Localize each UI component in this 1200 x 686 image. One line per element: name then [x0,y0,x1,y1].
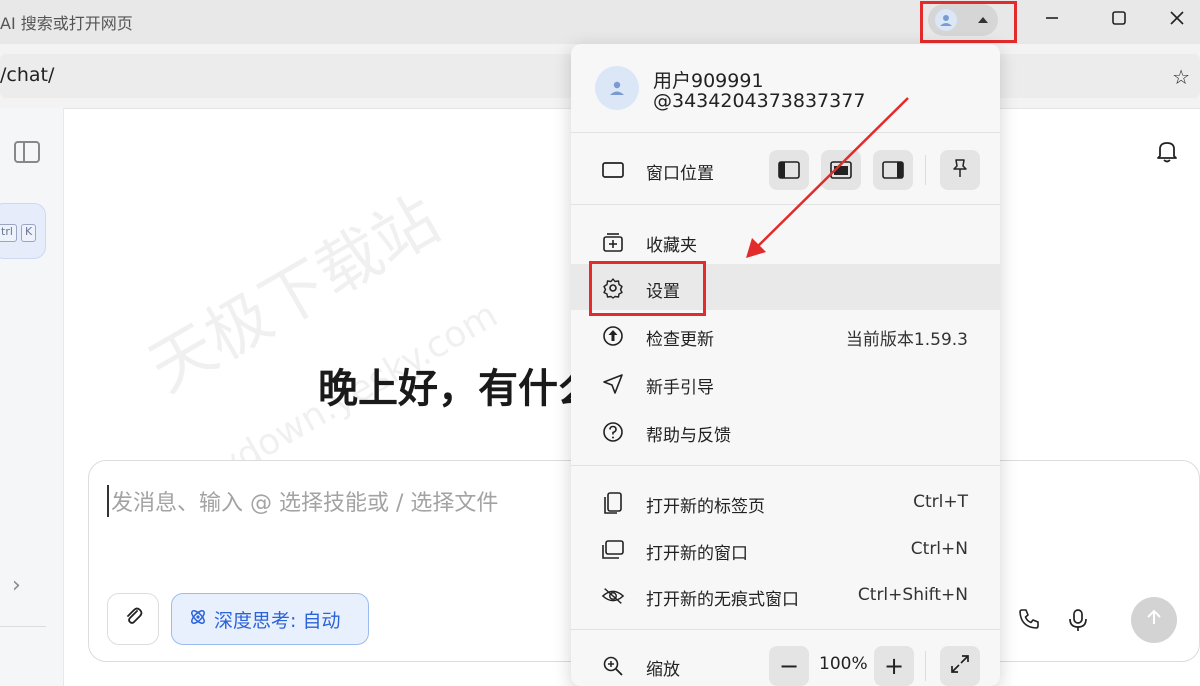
account-id: @3434204373837377 [653,90,866,112]
paperclip-icon [122,605,144,633]
profile-menu: 用户909991 @3434204373837377 窗口位置 收藏夹 设置 检… [571,44,1000,686]
menu-divider [571,132,1000,133]
menu-divider [571,204,1000,205]
arrow-up-icon [1144,607,1164,633]
menu-item-help[interactable]: 帮助与反馈 [571,408,1000,454]
menu-item-label: 帮助与反馈 [646,426,731,446]
zoom-icon [601,654,625,678]
send-button[interactable] [1131,597,1177,643]
zoom-level: 100% [819,654,868,674]
menu-item-incognito[interactable]: 打开新的无痕式窗口 Ctrl+Shift+N [571,572,1000,618]
menu-divider [571,629,1000,630]
new-tab-icon [601,491,625,515]
menu-item-label: 收藏夹 [646,236,697,256]
deep-think-button[interactable]: 深度思考: 自动 [171,593,369,645]
kbd-k: K [21,224,37,242]
greeting-heading: 晚上好，有什么 [318,366,598,412]
expand-icon [950,652,970,680]
url-text[interactable]: /chat/ [0,64,54,86]
account-name: 用户909991 [653,70,764,92]
phone-icon[interactable] [1017,607,1041,637]
dock-left-button[interactable] [769,150,809,190]
pin-icon [951,158,969,182]
menu-item-new-window[interactable]: 打开新的窗口 Ctrl+N [571,526,1000,572]
menu-item-new-tab[interactable]: 打开新的标签页 Ctrl+T [571,479,1000,525]
microphone-icon[interactable] [1065,607,1091,633]
divider [925,651,926,681]
zoom-in-button[interactable]: + [874,646,914,686]
dock-right-button[interactable] [873,150,913,190]
maximize-button[interactable] [1096,0,1142,36]
menu-item-label: 打开新的标签页 [646,497,765,517]
fullscreen-button[interactable] [940,646,980,686]
bookmark-star-icon[interactable]: ☆ [1172,65,1190,89]
minimize-button[interactable] [1029,0,1075,36]
shortcut-text: Ctrl+T [913,492,968,512]
divider [0,626,46,627]
send-arrow-icon [601,372,625,396]
account-avatar-icon [595,66,639,110]
menu-divider [571,465,1000,466]
version-text: 当前版本1.59.3 [845,330,968,350]
shortcut-text: Ctrl+Shift+N [857,585,968,605]
zoom-label: 缩放 [646,660,680,680]
bell-icon[interactable] [1154,138,1180,164]
menu-item-label: 打开新的窗口 [646,544,748,564]
atom-icon [188,607,208,632]
window-position-label: 窗口位置 [646,164,714,184]
close-button[interactable] [1154,0,1200,36]
menu-item-label: 打开新的无痕式窗口 [646,590,799,610]
menu-item-label: 检查更新 [646,330,714,350]
menu-item-favorites[interactable]: 收藏夹 [571,218,1000,264]
window-icon [601,158,625,182]
favorites-icon [601,230,625,254]
menu-item-check-update[interactable]: 检查更新 当前版本1.59.3 [571,312,1000,358]
shortcut-text: Ctrl+N [910,539,968,559]
sidebar-toggle-icon[interactable] [14,141,40,163]
upload-circle-icon [601,324,625,348]
sidebar: trl K › [0,108,64,686]
message-input-placeholder[interactable]: 发消息、输入 @ 选择技能或 / 选择文件 [107,485,498,517]
attach-button[interactable] [107,593,159,645]
kbd-ctrl: trl [0,224,17,242]
chevron-right-icon[interactable]: › [12,573,21,598]
menu-item-guide[interactable]: 新手引导 [571,360,1000,406]
pin-button[interactable] [940,150,980,190]
menu-item-label: 新手引导 [646,378,714,398]
eye-off-icon [601,584,625,608]
new-window-icon [601,538,625,562]
divider [925,155,926,185]
dock-center-button[interactable] [821,150,861,190]
highlight-box-settings [589,261,706,316]
question-circle-icon [601,420,625,444]
deep-think-label: 深度思考: 自动 [214,609,341,632]
highlight-box-profile [920,1,1017,43]
tab-title[interactable]: AI 搜索或打开网页 [0,10,133,34]
zoom-out-button[interactable]: − [769,646,809,686]
title-bar: AI 搜索或打开网页 [0,0,1200,44]
search-shortcut-chip[interactable]: trl K [0,203,46,259]
